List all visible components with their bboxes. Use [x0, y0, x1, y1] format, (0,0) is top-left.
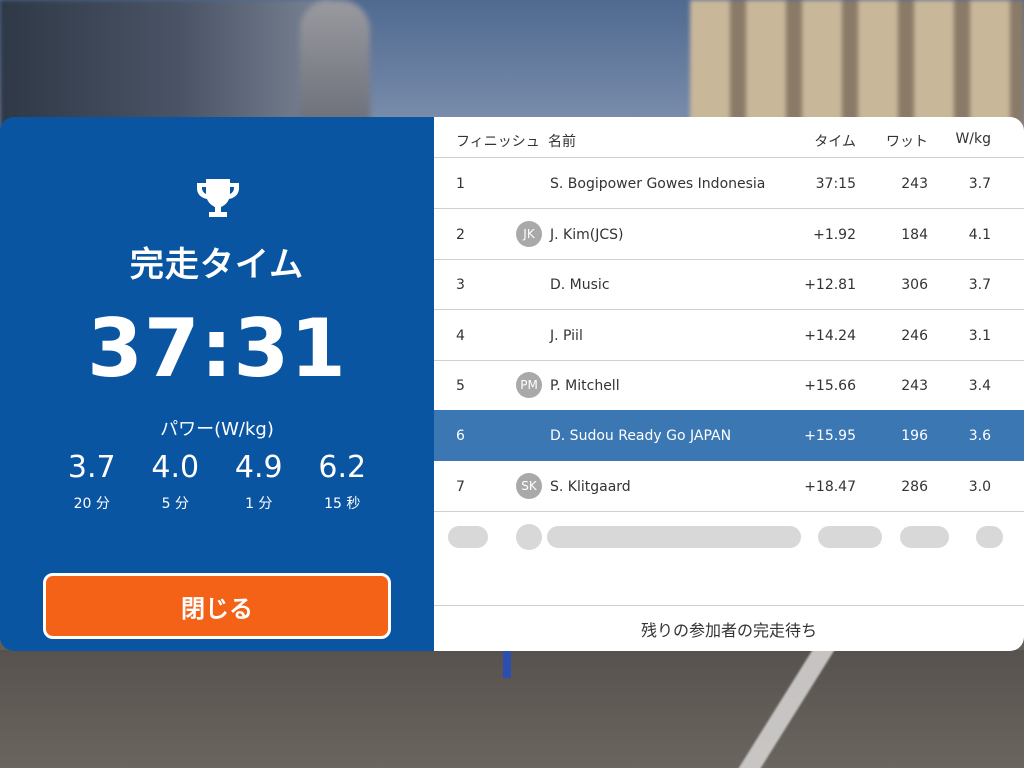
row-position: 5: [456, 378, 465, 394]
row-position: 7: [456, 479, 465, 495]
power-stat: 4.0 5 分: [134, 450, 218, 513]
avatar: SK: [516, 473, 542, 499]
bike-pole: [503, 650, 511, 678]
row-position: 6: [456, 428, 465, 444]
row-time: +18.47: [804, 479, 856, 495]
header-watt: ワット: [886, 134, 928, 150]
row-time: +12.81: [804, 277, 856, 293]
row-name: J. Kim(JCS): [550, 227, 624, 243]
row-wkg: 3.1: [968, 328, 991, 344]
row-wkg: 3.4: [968, 378, 991, 394]
table-header: フィニッシュ 名前 タイム ワット W/kg: [434, 117, 1024, 158]
placeholder-wkg: [976, 526, 1003, 548]
header-finish: フィニッシュ: [456, 134, 540, 150]
header-time: タイム: [814, 134, 856, 150]
finish-time-value: 37:31: [87, 302, 347, 395]
power-stat-value: 6.2: [318, 450, 367, 485]
table-row[interactable]: 3 D. Music +12.81 306 3.7: [434, 259, 1024, 310]
finish-summary: 完走タイム 37:31 パワー(W/kg) 3.7 20 分 4.0 5 分 4…: [0, 117, 434, 651]
tower: [300, 0, 370, 130]
power-stat-value: 3.7: [67, 450, 116, 485]
results-panel: 完走タイム 37:31 パワー(W/kg) 3.7 20 分 4.0 5 分 4…: [0, 117, 1024, 651]
row-watt: 286: [901, 479, 928, 495]
trophy-icon: [197, 179, 239, 217]
row-time: +1.92: [813, 227, 856, 243]
row-position: 2: [456, 227, 465, 243]
power-stats: 3.7 20 分 4.0 5 分 4.9 1 分 6.2 15 秒: [50, 450, 384, 513]
row-wkg: 4.1: [968, 227, 991, 243]
avatar: PM: [516, 372, 542, 398]
waiting-status: 残りの参加者の完走待ち: [434, 605, 1024, 651]
power-stat: 3.7 20 分: [50, 450, 134, 513]
row-wkg: 3.7: [968, 277, 991, 293]
header-name: 名前: [548, 134, 576, 150]
power-stat-value: 4.0: [151, 450, 200, 485]
building-left: [0, 0, 330, 130]
row-time: +15.95: [804, 428, 856, 444]
building-right: [690, 0, 1024, 130]
row-name: S. Klitgaard: [550, 479, 631, 495]
placeholder-position: [448, 526, 488, 548]
table-row-current-user[interactable]: 6 D. Sudou Ready Go JAPAN +15.95 196 3.6: [434, 410, 1024, 461]
row-watt: 196: [901, 428, 928, 444]
row-position: 4: [456, 328, 465, 344]
power-stat-label: 20 分: [73, 496, 110, 512]
row-position: 1: [456, 176, 465, 192]
table-row[interactable]: 5 PM P. Mitchell +15.66 243 3.4: [434, 360, 1024, 411]
placeholder-watt: [900, 526, 949, 548]
row-position: 3: [456, 277, 465, 293]
power-stat-label: 15 秒: [324, 496, 361, 512]
results-table: フィニッシュ 名前 タイム ワット W/kg 1 S. Bogipower Go…: [434, 117, 1024, 651]
power-stat: 4.9 1 分: [217, 450, 301, 513]
row-time: +15.66: [804, 378, 856, 394]
placeholder-name: [547, 526, 801, 548]
finish-time-label: 完走タイム: [129, 245, 305, 285]
row-watt: 184: [901, 227, 928, 243]
header-wkg: W/kg: [955, 131, 991, 147]
power-stat-label: 5 分: [161, 496, 189, 512]
row-name: P. Mitchell: [550, 378, 620, 394]
row-name: S. Bogipower Gowes Indonesia: [550, 176, 766, 192]
avatar: JK: [516, 221, 542, 247]
close-button[interactable]: 閉じる: [43, 573, 391, 639]
power-label: パワー(W/kg): [160, 419, 274, 440]
row-watt: 243: [901, 176, 928, 192]
row-watt: 306: [901, 277, 928, 293]
power-stat-label: 1 分: [245, 496, 273, 512]
power-stat-value: 4.9: [234, 450, 283, 485]
row-watt: 246: [901, 328, 928, 344]
row-time: +14.24: [804, 328, 856, 344]
placeholder-avatar: [516, 524, 542, 550]
table-row[interactable]: 4 J. Piil +14.24 246 3.1: [434, 310, 1024, 361]
row-wkg: 3.7: [968, 176, 991, 192]
row-name: D. Sudou Ready Go JAPAN: [550, 428, 732, 444]
power-stat: 6.2 15 秒: [301, 450, 385, 513]
row-wkg: 3.6: [968, 428, 991, 444]
row-name: J. Piil: [550, 328, 583, 344]
placeholder-time: [818, 526, 882, 548]
table-row[interactable]: 2 JK J. Kim(JCS) +1.92 184 4.1: [434, 209, 1024, 260]
row-wkg: 3.0: [968, 479, 991, 495]
row-watt: 243: [901, 378, 928, 394]
row-time: 37:15: [815, 176, 856, 192]
row-name: D. Music: [550, 277, 610, 293]
road: [0, 650, 1024, 768]
table-row[interactable]: 7 SK S. Klitgaard +18.47 286 3.0: [434, 461, 1024, 512]
table-row[interactable]: 1 S. Bogipower Gowes Indonesia 37:15 243…: [434, 158, 1024, 209]
